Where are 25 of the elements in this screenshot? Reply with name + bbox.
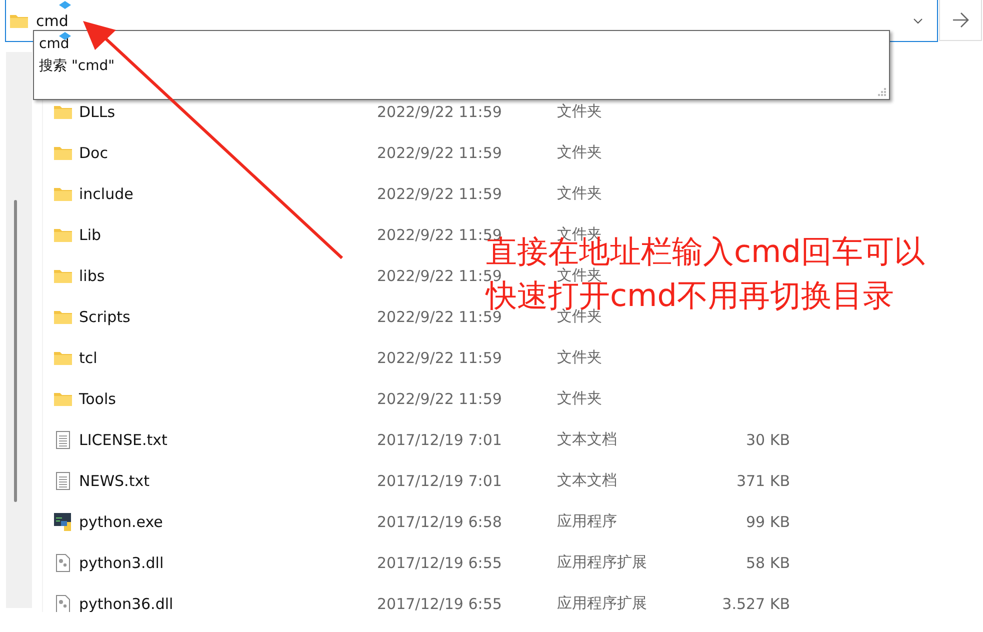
modified-date: 2022/9/22 11:59 xyxy=(377,102,503,120)
modified-date: 2022/9/22 11:59 xyxy=(377,390,503,408)
file-type: 文件夹 xyxy=(557,348,603,367)
file-type: 应用程序扩展 xyxy=(557,594,648,612)
modified-date: 2022/9/22 11:59 xyxy=(377,184,503,202)
file-type: 应用程序 xyxy=(557,512,618,531)
modified-date: 2017/12/19 6:55 xyxy=(377,554,503,572)
modified-date: 2022/9/22 11:59 xyxy=(377,144,503,162)
file-type: 文件夹 xyxy=(557,184,603,203)
modified-date: 2017/12/19 6:55 xyxy=(377,594,503,612)
file-type: 文本文档 xyxy=(557,471,618,490)
file-size: 99 KB xyxy=(745,512,790,530)
file-size: 30 KB xyxy=(745,430,790,448)
file-type: 文件夹 xyxy=(557,389,603,408)
file-type: 文件夹 xyxy=(557,143,603,162)
modified-date: 2017/12/19 7:01 xyxy=(377,472,503,490)
modified-date: 2017/12/19 7:01 xyxy=(377,430,503,448)
file-type: 文件夹 xyxy=(557,102,603,121)
file-type: 文本文档 xyxy=(557,430,618,449)
file-size: 371 KB xyxy=(735,472,790,490)
file-size: 3.527 KB xyxy=(721,594,790,612)
modified-date: 2017/12/19 6:58 xyxy=(377,512,503,530)
file-type: 应用程序扩展 xyxy=(557,553,648,572)
file-size: 58 KB xyxy=(745,554,790,572)
modified-date: 2022/9/22 11:59 xyxy=(377,348,503,366)
